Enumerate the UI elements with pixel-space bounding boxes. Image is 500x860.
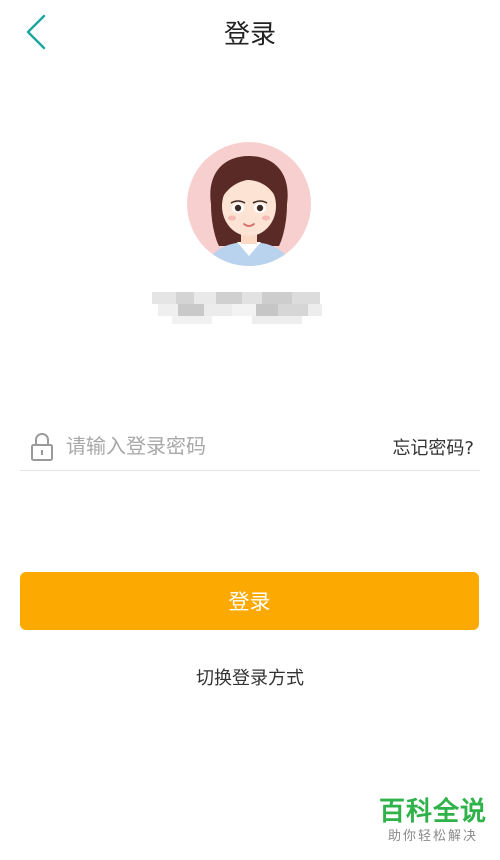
header-bar: 登录 — [0, 0, 500, 62]
user-avatar-illustration — [187, 142, 311, 266]
lock-icon — [30, 432, 54, 462]
username-blurred — [152, 290, 324, 328]
watermark-logo: 百科全说 助你轻松解决 — [378, 796, 488, 846]
watermark-subtitle: 助你轻松解决 — [387, 829, 478, 844]
switch-login-method-link[interactable]: 切换登录方式 — [0, 664, 500, 690]
password-input[interactable] — [66, 428, 366, 464]
login-button[interactable]: 登录 — [20, 572, 479, 630]
watermark-title: 百科全说 — [378, 797, 487, 827]
page-title: 登录 — [223, 20, 276, 50]
forgot-password-link[interactable]: 忘记密码? — [392, 434, 474, 460]
avatar — [187, 142, 311, 266]
password-field-row: 忘记密码? — [20, 426, 480, 471]
